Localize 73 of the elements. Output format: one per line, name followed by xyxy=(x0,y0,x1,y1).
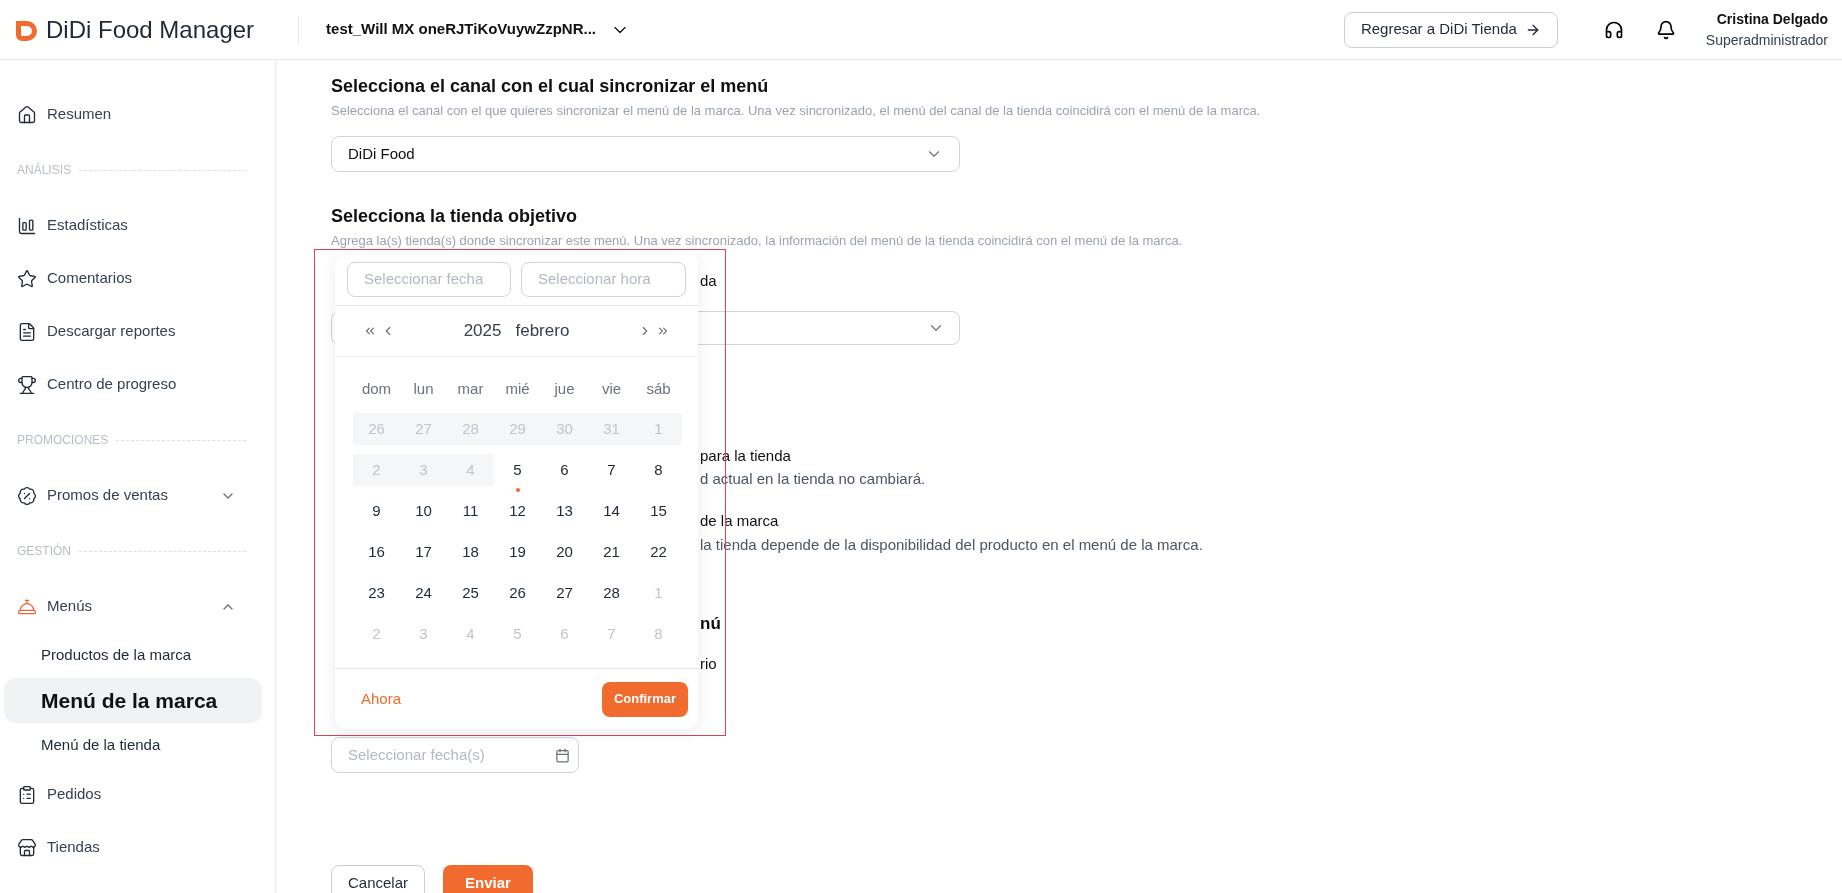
calendar-day[interactable]: 12 xyxy=(494,495,541,528)
calendar-day[interactable]: 18 xyxy=(447,536,494,569)
calendar-day[interactable]: 8 xyxy=(635,454,682,487)
sidebar-item[interactable]: Tiendas xyxy=(0,821,275,874)
store-switcher[interactable]: test_Will MX oneRJTiKoVuywZzpNR... xyxy=(326,18,630,41)
weekday-label: sáb xyxy=(645,378,672,399)
back-to-store-button[interactable]: Regresar a DiDi Tienda xyxy=(1343,11,1558,48)
section-description: Selecciona el canal con el que quieres sincronizar el menú de la marca. Una vez sincronizado, el menú del canal de la tienda coincidirá con el menú de la marca. xyxy=(331,102,1262,120)
sidebar-subitem[interactable]: Productos de la marca xyxy=(4,633,262,678)
section-heading: Selecciona el canal con el cual sincronizar el menú xyxy=(331,75,770,98)
calendar-day[interactable]: 19 xyxy=(494,536,541,569)
section-title: PROMOCIONES xyxy=(17,432,109,449)
option-label-text: rio xyxy=(700,653,717,674)
clipboard-icon xyxy=(17,784,37,805)
star-icon xyxy=(17,268,37,289)
calendar-day[interactable]: 28 xyxy=(588,577,635,610)
weekday-label: mar xyxy=(456,378,485,399)
document-icon xyxy=(17,321,37,342)
calendar-day[interactable]: 14 xyxy=(588,495,635,528)
section-title: GESTIÓN xyxy=(17,542,71,560)
calendar-day[interactable]: 21 xyxy=(588,536,635,569)
weekday-label: jue xyxy=(553,378,576,399)
bell-icon[interactable] xyxy=(1655,19,1676,40)
calendar-day[interactable]: 15 xyxy=(635,495,682,528)
calendar-day[interactable]: 16 xyxy=(353,536,400,569)
channel-select[interactable]: DiDi Food xyxy=(331,136,960,172)
calendar-day[interactable]: 22 xyxy=(635,536,682,569)
covered-heading-text: nú xyxy=(700,613,721,636)
headset-icon[interactable] xyxy=(1603,19,1624,40)
section-heading: Selecciona la tienda objetivo xyxy=(331,205,579,228)
calendar-icon xyxy=(555,747,570,763)
sidebar-item[interactable]: Estadísticas xyxy=(0,199,275,252)
user-role: Superadministrador xyxy=(1705,30,1828,50)
calendar-day[interactable]: 24 xyxy=(400,577,447,610)
user-name: Cristina Delgado xyxy=(1716,9,1828,29)
calendar-day[interactable]: 13 xyxy=(541,495,588,528)
sidebar-subitem[interactable]: Menú de la marca xyxy=(4,678,262,723)
app-logo-text: DiDi Food Manager xyxy=(46,14,255,45)
calendar-day[interactable]: 25 xyxy=(447,577,494,610)
weekday-label: vie xyxy=(600,378,623,399)
calendar-day[interactable]: 23 xyxy=(353,577,400,610)
trophy-icon xyxy=(17,374,37,395)
house-icon xyxy=(17,104,37,125)
calendar-day[interactable]: 11 xyxy=(447,495,494,528)
calendar-day[interactable]: 5 xyxy=(494,454,541,487)
sidebar-item[interactable]: Pedidos xyxy=(0,768,275,821)
calendar-day[interactable]: 7 xyxy=(588,454,635,487)
calendar-day[interactable]: 27 xyxy=(541,577,588,610)
calendar-day[interactable]: 9 xyxy=(353,495,400,528)
sidebar-item[interactable]: Menús xyxy=(0,580,275,633)
calendar-day[interactable]: 17 xyxy=(400,536,447,569)
year-label[interactable]: 2025 xyxy=(463,318,502,344)
weekday-label: lun xyxy=(412,378,435,399)
sidebar-subitem[interactable]: Menú de la tienda xyxy=(4,723,262,768)
sidebar-item[interactable]: Comentarios xyxy=(0,252,275,305)
option-label-text: da xyxy=(700,270,717,291)
section-description: Agrega la(s) tienda(s) donde sincronizar este menú. Una vez sincronizado, la información del menú de la tienda coincidirá con el menú de la marca. xyxy=(331,232,1184,250)
sidebar-item[interactable]: Descargar reportes xyxy=(0,305,275,358)
percent-badge-icon xyxy=(17,485,37,506)
calendar-day[interactable]: 6 xyxy=(541,454,588,487)
sidebar-item[interactable]: Promos de ventas xyxy=(0,469,275,522)
chart-icon xyxy=(17,215,37,236)
weekday-label: mié xyxy=(504,378,531,399)
section-title: ANÁLISIS xyxy=(17,161,72,179)
weekday-label: dom xyxy=(360,378,393,399)
month-label[interactable]: febrero xyxy=(515,318,570,344)
cancel-button[interactable]: Cancelar xyxy=(331,865,426,893)
sidebar-item[interactable]: Centro de progreso xyxy=(0,358,275,411)
sidebar-item[interactable]: Resumen xyxy=(0,88,275,141)
calendar-day[interactable]: 26 xyxy=(494,577,541,610)
calendar-day[interactable]: 20 xyxy=(541,536,588,569)
store-icon xyxy=(17,837,37,858)
calendar-day[interactable]: 10 xyxy=(400,495,447,528)
